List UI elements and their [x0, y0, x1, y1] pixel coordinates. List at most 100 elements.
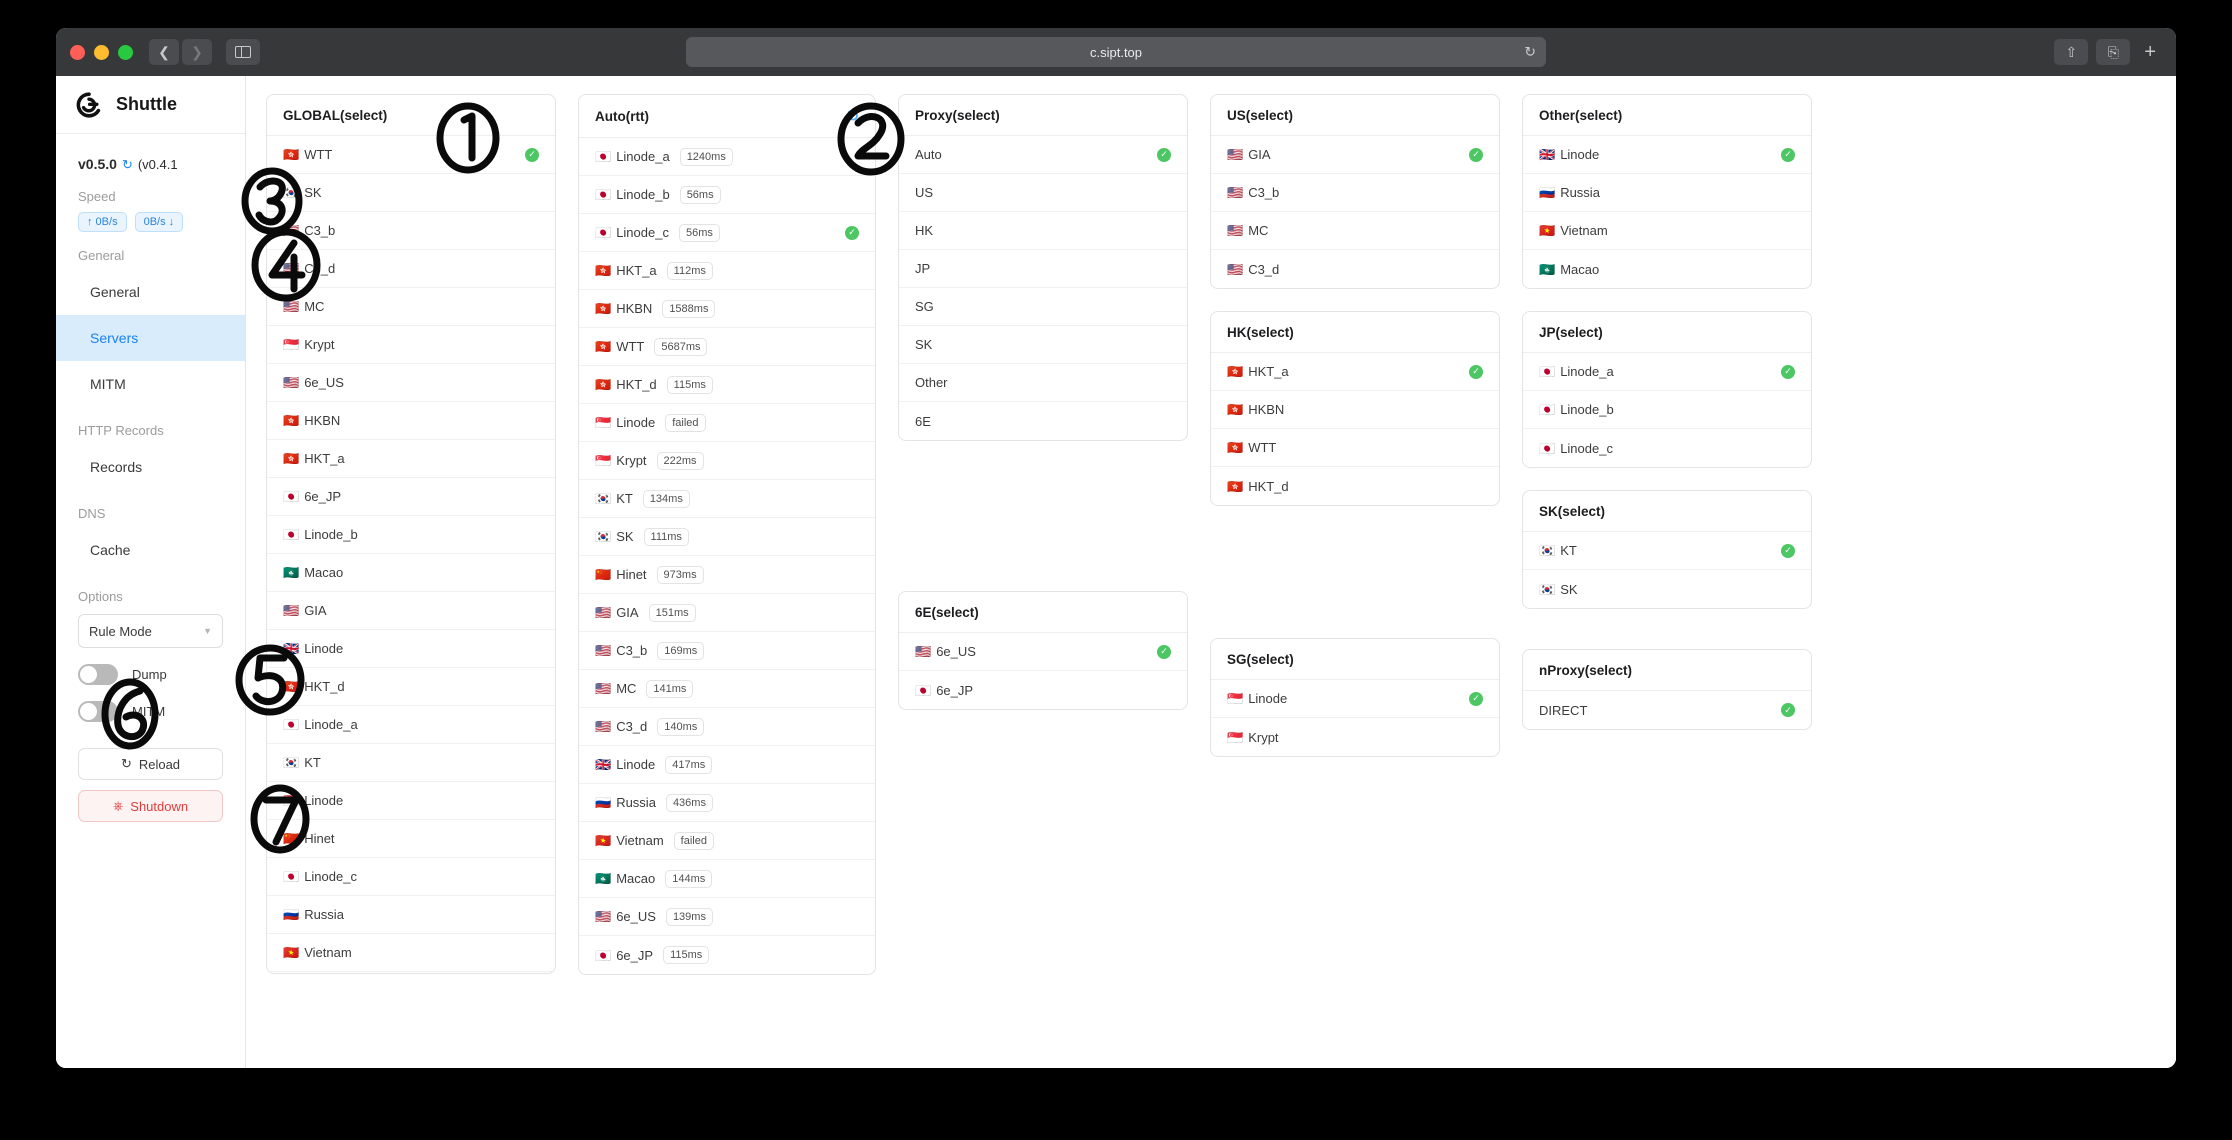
- server-row[interactable]: 🇸🇬 Linode: [267, 782, 555, 820]
- server-row[interactable]: test1: [267, 972, 555, 973]
- server-row[interactable]: 🇸🇬 Krypt: [1211, 718, 1499, 756]
- server-row[interactable]: 🇸🇬 Linode failed: [579, 404, 875, 442]
- server-row[interactable]: 🇭🇰 HKBN 1588ms: [579, 290, 875, 328]
- server-row[interactable]: 🇭🇰 WTT ✓: [267, 136, 555, 174]
- server-row[interactable]: 🇺🇸 MC: [1211, 212, 1499, 250]
- server-row[interactable]: 🇺🇸 GIA ✓: [1211, 136, 1499, 174]
- refresh-icon[interactable]: ↻: [122, 157, 133, 173]
- server-row[interactable]: 🇻🇳 Vietnam: [267, 934, 555, 972]
- maximize-window-button[interactable]: [118, 44, 133, 60]
- sidebar-item-records[interactable]: Records: [56, 444, 245, 490]
- share-button[interactable]: ⇧: [2054, 39, 2089, 65]
- sidebar-item-mitm[interactable]: MITM: [56, 361, 245, 407]
- server-row[interactable]: 🇯🇵 Linode_a ✓: [1523, 353, 1811, 391]
- minimize-window-button[interactable]: [94, 44, 109, 60]
- new-tab-button[interactable]: +: [2138, 41, 2162, 64]
- server-row[interactable]: 🇭🇰 HKT_a 112ms: [579, 252, 875, 290]
- server-row[interactable]: US: [899, 174, 1187, 212]
- sidebar-toggle-button[interactable]: [226, 39, 260, 65]
- shutdown-button[interactable]: ⎈ Shutdown: [78, 790, 223, 822]
- server-row[interactable]: 🇰🇷 KT 134ms: [579, 480, 875, 518]
- server-row[interactable]: 🇰🇷 SK 111ms: [579, 518, 875, 556]
- reload-icon[interactable]: ↻: [1524, 44, 1536, 61]
- server-row[interactable]: Auto ✓: [899, 136, 1187, 174]
- server-row[interactable]: 🇰🇷 KT: [267, 744, 555, 782]
- server-row[interactable]: Other: [899, 364, 1187, 402]
- mitm-toggle[interactable]: [78, 701, 118, 722]
- server-row[interactable]: 🇺🇸 C3_d 140ms: [579, 708, 875, 746]
- server-row[interactable]: 🇭🇰 HKT_d 115ms: [579, 366, 875, 404]
- server-row[interactable]: 🇺🇸 C3_d: [1211, 250, 1499, 288]
- server-row[interactable]: 🇨🇳 Hinet: [267, 820, 555, 858]
- sidebar-item-cache[interactable]: Cache: [56, 527, 245, 573]
- dump-toggle[interactable]: [78, 664, 118, 685]
- server-row[interactable]: 6E: [899, 402, 1187, 440]
- server-row[interactable]: 🇰🇷 KT ✓: [1523, 532, 1811, 570]
- sidebar-item-servers[interactable]: Servers: [56, 315, 245, 361]
- server-row[interactable]: 🇭🇰 HKBN: [267, 402, 555, 440]
- server-row[interactable]: 🇺🇸 C3_b: [267, 212, 555, 250]
- server-row[interactable]: JP: [899, 250, 1187, 288]
- server-row[interactable]: 🇯🇵 Linode_a 1240ms: [579, 138, 875, 176]
- server-row[interactable]: 🇲🇴 Macao 144ms: [579, 860, 875, 898]
- server-row[interactable]: 🇯🇵 6e_JP: [899, 671, 1187, 709]
- server-row[interactable]: 🇺🇸 MC 141ms: [579, 670, 875, 708]
- forward-button[interactable]: ❯: [182, 39, 212, 65]
- server-row[interactable]: 🇺🇸 MC: [267, 288, 555, 326]
- server-name: 6e_JP: [616, 947, 654, 963]
- server-row[interactable]: 🇯🇵 Linode_a: [267, 706, 555, 744]
- server-row[interactable]: DIRECT ✓: [1523, 691, 1811, 729]
- server-row[interactable]: 🇭🇰 HKT_a: [267, 440, 555, 478]
- server-row[interactable]: 🇺🇸 C3_b 169ms: [579, 632, 875, 670]
- server-row[interactable]: 🇲🇴 Macao: [1523, 250, 1811, 288]
- server-row[interactable]: 🇯🇵 Linode_c: [1523, 429, 1811, 467]
- server-row[interactable]: 🇯🇵 6e_JP 115ms: [579, 936, 875, 974]
- server-row[interactable]: 🇭🇰 HKT_a ✓: [1211, 353, 1499, 391]
- close-window-button[interactable]: [70, 44, 85, 60]
- server-row[interactable]: 🇯🇵 Linode_b: [1523, 391, 1811, 429]
- server-row[interactable]: 🇭🇰 HKT_d: [267, 668, 555, 706]
- server-row[interactable]: 🇺🇸 6e_US ✓: [899, 633, 1187, 671]
- server-row[interactable]: 🇯🇵 Linode_b 56ms: [579, 176, 875, 214]
- server-row[interactable]: 🇷🇺 Russia 436ms: [579, 784, 875, 822]
- server-row[interactable]: 🇺🇸 GIA: [267, 592, 555, 630]
- server-row[interactable]: 🇺🇸 C3_b: [1211, 174, 1499, 212]
- rule-mode-select[interactable]: Rule Mode ▼: [78, 614, 223, 648]
- server-row[interactable]: 🇬🇧 Linode: [267, 630, 555, 668]
- server-row[interactable]: 🇭🇰 WTT 5687ms: [579, 328, 875, 366]
- server-row[interactable]: 🇸🇬 Krypt: [267, 326, 555, 364]
- server-row[interactable]: SG: [899, 288, 1187, 326]
- server-row[interactable]: HK: [899, 212, 1187, 250]
- server-row[interactable]: 🇰🇷 SK: [1523, 570, 1811, 608]
- server-row[interactable]: 🇭🇰 HKBN: [1211, 391, 1499, 429]
- back-button[interactable]: ❮: [149, 39, 179, 65]
- server-row[interactable]: 🇸🇬 Krypt 222ms: [579, 442, 875, 480]
- server-row[interactable]: 🇺🇸 6e_US 139ms: [579, 898, 875, 936]
- server-row[interactable]: 🇲🇴 Macao: [267, 554, 555, 592]
- server-row[interactable]: 🇻🇳 Vietnam: [1523, 212, 1811, 250]
- server-name: KT: [304, 755, 321, 770]
- reload-button[interactable]: ↻ Reload: [78, 748, 223, 780]
- server-row[interactable]: 🇻🇳 Vietnam failed: [579, 822, 875, 860]
- server-row[interactable]: 🇬🇧 Linode 417ms: [579, 746, 875, 784]
- server-row[interactable]: 🇯🇵 Linode_b: [267, 516, 555, 554]
- server-row[interactable]: 🇨🇳 Hinet 973ms: [579, 556, 875, 594]
- server-row[interactable]: 🇺🇸 6e_US: [267, 364, 555, 402]
- sidebar-item-general[interactable]: General: [56, 269, 245, 315]
- server-row[interactable]: 🇯🇵 6e_JP: [267, 478, 555, 516]
- server-row[interactable]: 🇭🇰 WTT: [1211, 429, 1499, 467]
- refresh-icon[interactable]: ↻: [847, 108, 859, 125]
- server-row[interactable]: 🇭🇰 HKT_d: [1211, 467, 1499, 505]
- server-row[interactable]: 🇰🇷 SK: [267, 174, 555, 212]
- server-row[interactable]: 🇸🇬 Linode ✓: [1211, 680, 1499, 718]
- server-row[interactable]: SK: [899, 326, 1187, 364]
- tab-overview-button[interactable]: ⎘: [2096, 39, 2131, 65]
- server-row[interactable]: 🇷🇺 Russia: [267, 896, 555, 934]
- server-row[interactable]: 🇯🇵 Linode_c 56ms ✓: [579, 214, 875, 252]
- server-row[interactable]: 🇺🇸 GIA 151ms: [579, 594, 875, 632]
- server-row[interactable]: 🇷🇺 Russia: [1523, 174, 1811, 212]
- server-row[interactable]: 🇬🇧 Linode ✓: [1523, 136, 1811, 174]
- server-row[interactable]: 🇯🇵 Linode_c: [267, 858, 555, 896]
- server-row[interactable]: 🇺🇸 C3_d: [267, 250, 555, 288]
- address-bar[interactable]: c.sipt.top ↻: [686, 37, 1546, 67]
